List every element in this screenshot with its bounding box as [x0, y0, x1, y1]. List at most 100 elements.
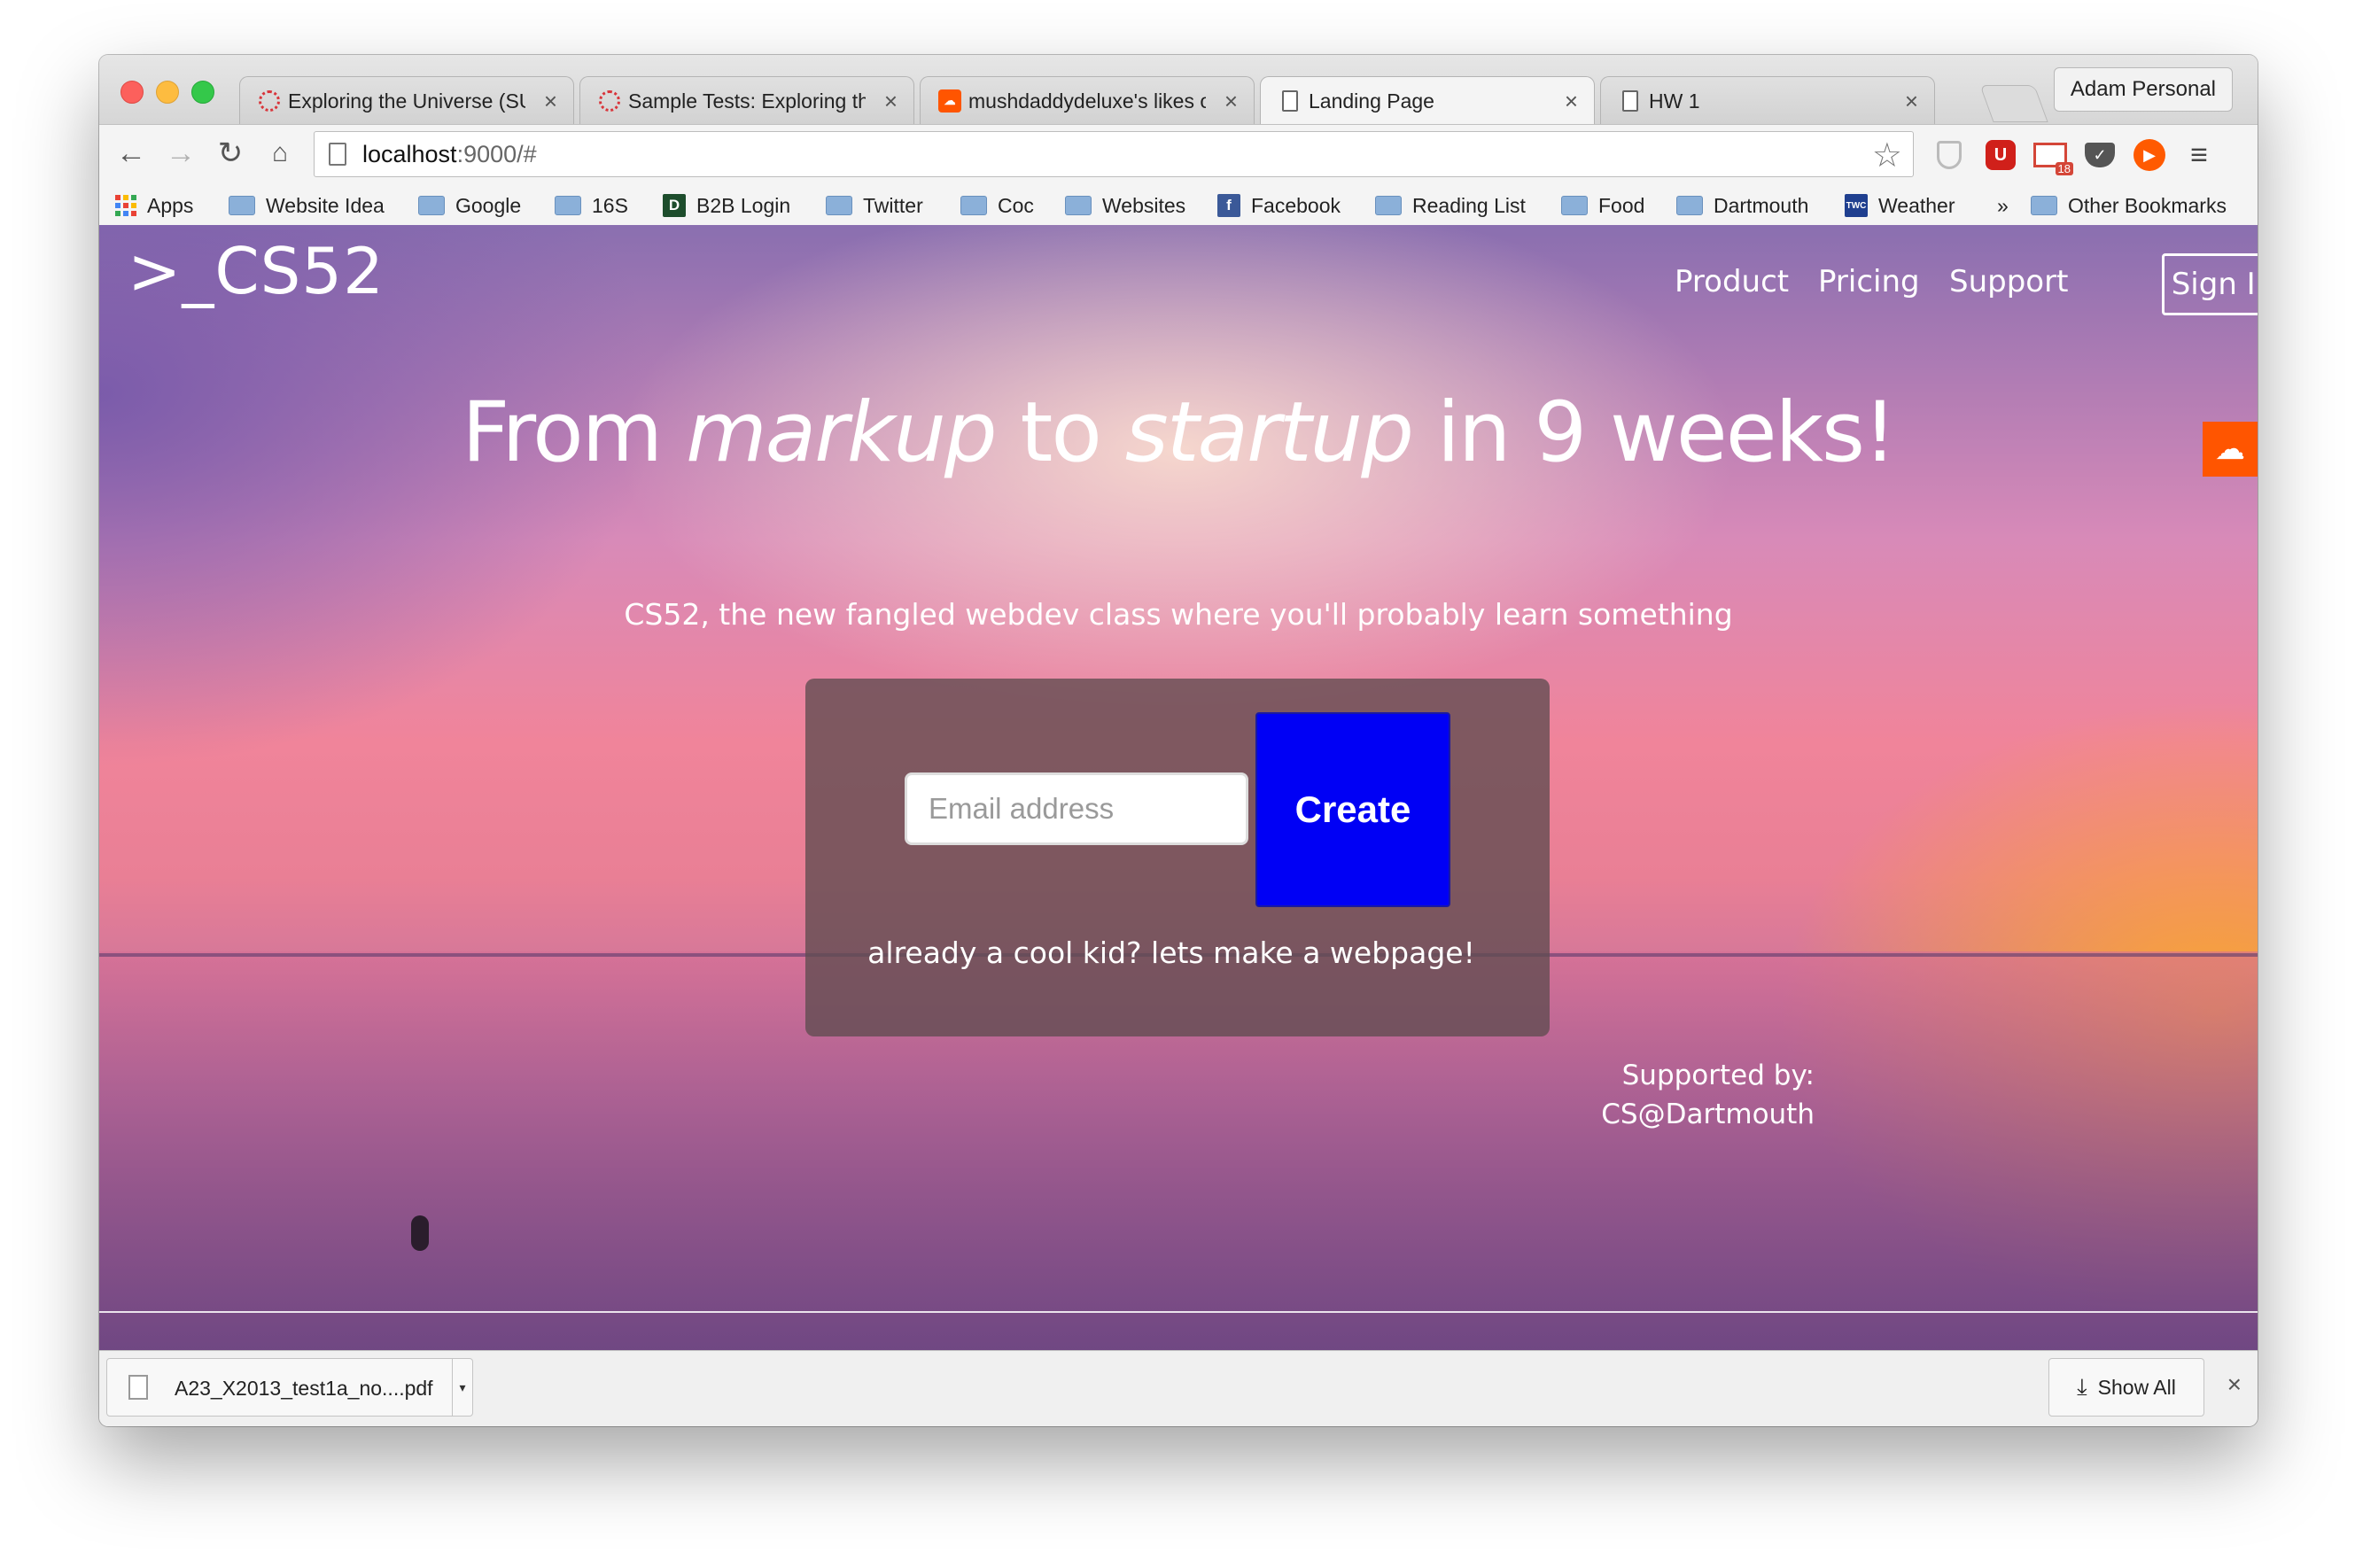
close-tab-icon[interactable]: ×	[1905, 88, 1918, 115]
tab-landing-page[interactable]: Landing Page ×	[1260, 76, 1595, 124]
document-icon	[1619, 89, 1642, 113]
browser-window: Exploring the Universe (SU × Sample Test…	[99, 55, 2258, 1426]
folder-icon	[2031, 196, 2057, 215]
bookmark-label: Facebook	[1251, 193, 1341, 217]
forward-arrow-icon[interactable]: →	[161, 134, 200, 173]
folder-icon	[1676, 196, 1703, 215]
tab-title: mushdaddydeluxe's likes o	[968, 89, 1206, 113]
folder-icon	[826, 196, 852, 215]
pocket-icon[interactable]: ✓	[2082, 137, 2118, 173]
bookmark-label: Websites	[1102, 193, 1186, 217]
bookmark-facebook[interactable]: f Facebook	[1217, 191, 1341, 220]
back-arrow-icon[interactable]: ←	[112, 134, 151, 173]
show-all-label: Show All	[2097, 1375, 2176, 1399]
close-tab-icon[interactable]: ×	[884, 88, 898, 115]
hero-tagline: CS52, the new fangled webdev class where…	[624, 597, 1733, 632]
tab-title: HW 1	[1649, 89, 1700, 113]
close-window-button[interactable]	[120, 81, 144, 104]
bookmark-coc[interactable]: Coc	[960, 191, 1034, 220]
privacy-shield-icon[interactable]	[1931, 137, 1967, 173]
supported-by-label: Supported by:	[1621, 1060, 1815, 1091]
new-tab-button[interactable]	[1979, 85, 2048, 122]
bookmarks-overflow-chevron-icon[interactable]: »	[1997, 191, 2009, 220]
weather-channel-icon: TWC	[1845, 194, 1868, 217]
download-menu-caret-icon[interactable]: ▾	[452, 1359, 472, 1416]
page-info-icon[interactable]	[329, 143, 346, 166]
bookmark-label: Dartmouth	[1714, 193, 1809, 217]
bookmark-b2b-login[interactable]: D B2B Login	[663, 191, 790, 220]
bookmark-food[interactable]: Food	[1561, 191, 1644, 220]
email-input[interactable]	[905, 772, 1248, 845]
create-button[interactable]: Create	[1255, 712, 1450, 907]
chrome-menu-icon[interactable]: ≡	[2181, 137, 2217, 173]
address-bar[interactable]: localhost:9000/# ☆	[314, 131, 1914, 177]
bookmark-label: B2B Login	[696, 193, 791, 217]
soundcloud-icon: ☁	[938, 89, 961, 113]
close-tab-icon[interactable]: ×	[1224, 88, 1238, 115]
bookmark-star-icon[interactable]: ☆	[1872, 136, 1902, 175]
download-shelf: A23_X2013_test1a_no....pdf ▾ ⤓ Show All …	[99, 1350, 2258, 1426]
close-tab-icon[interactable]: ×	[1565, 88, 1578, 115]
bookmark-label: Twitter	[863, 193, 923, 217]
folder-icon	[1375, 196, 1402, 215]
bookmark-weather[interactable]: TWC Weather	[1845, 191, 1955, 220]
tab-sample-tests[interactable]: Sample Tests: Exploring the ×	[579, 76, 914, 124]
folder-icon	[229, 196, 255, 215]
bookmark-websites[interactable]: Websites	[1065, 191, 1185, 220]
sign-in-button[interactable]: Sign In	[2162, 253, 2258, 315]
home-icon[interactable]: ⌂	[260, 134, 299, 173]
bookmark-reading-list[interactable]: Reading List	[1375, 191, 1526, 220]
show-all-downloads-button[interactable]: ⤓ Show All	[2048, 1358, 2204, 1417]
swimmer-silhouette	[411, 1215, 429, 1251]
bookmark-label: »	[1997, 193, 2009, 217]
bookmark-label: Google	[455, 193, 522, 217]
folder-icon	[1561, 196, 1588, 215]
bookmark-apps[interactable]: Apps	[115, 191, 193, 220]
nav-support[interactable]: Support	[1949, 264, 2068, 299]
zoom-window-button[interactable]	[191, 81, 214, 104]
close-tab-icon[interactable]: ×	[544, 88, 557, 115]
signup-panel: Create already a cool kid? lets make a w…	[805, 679, 1550, 1036]
minimize-window-button[interactable]	[156, 81, 179, 104]
bookmark-website-idea[interactable]: Website Idea	[229, 191, 385, 220]
site-logo[interactable]: >_CS52	[128, 234, 385, 308]
folder-icon	[1065, 196, 1092, 215]
document-icon	[1279, 89, 1302, 113]
bookmark-twitter[interactable]: Twitter	[826, 191, 923, 220]
ublock-icon[interactable]: U	[1983, 137, 2018, 173]
gmail-unread-badge: 18	[2055, 162, 2073, 175]
cool-kid-link[interactable]: already a cool kid? lets make a webpage!	[805, 935, 1537, 970]
tab-title: Exploring the Universe (SU	[288, 89, 525, 113]
globe-red-icon	[258, 89, 281, 113]
hero-headline: From markup to startup in 9 weeks!	[462, 384, 1896, 481]
tab-hw1[interactable]: HW 1 ×	[1600, 76, 1935, 124]
bookmark-label: Website Idea	[266, 193, 385, 217]
tab-exploring-universe[interactable]: Exploring the Universe (SU ×	[239, 76, 574, 124]
nav-pricing[interactable]: Pricing	[1818, 264, 1920, 299]
supported-by-org: CS@Dartmouth	[1601, 1098, 1815, 1130]
nav-product[interactable]: Product	[1675, 264, 1789, 299]
bookmark-google[interactable]: Google	[418, 191, 521, 220]
bookmark-other-bookmarks[interactable]: Other Bookmarks	[2031, 191, 2227, 220]
folder-icon	[418, 196, 445, 215]
close-shelf-icon[interactable]: ×	[2227, 1370, 2242, 1399]
download-item[interactable]: A23_X2013_test1a_no....pdf ▾	[106, 1358, 473, 1417]
tab-title: Landing Page	[1309, 89, 1434, 113]
folder-icon	[960, 196, 987, 215]
download-arrow-icon: ⤓	[2077, 1373, 2087, 1400]
globe-red-icon	[598, 89, 621, 113]
b2b-icon: D	[663, 194, 686, 217]
profile-button[interactable]: Adam Personal	[2053, 67, 2233, 112]
bookmark-16s[interactable]: 16S	[555, 191, 628, 220]
url-text: localhost:9000/#	[362, 141, 537, 167]
apps-grid-icon	[115, 195, 136, 216]
tab-title: Sample Tests: Exploring the	[628, 89, 866, 113]
download-file-name: A23_X2013_test1a_no....pdf	[175, 1377, 433, 1400]
reload-icon[interactable]: ↻	[211, 134, 250, 173]
tab-soundcloud-likes[interactable]: ☁ mushdaddydeluxe's likes o ×	[920, 76, 1255, 124]
media-play-icon[interactable]: ▶	[2132, 137, 2167, 173]
gmail-checker-icon[interactable]: 18	[2032, 137, 2073, 175]
tab-strip: Exploring the Universe (SU × Sample Test…	[99, 55, 2258, 124]
bookmark-dartmouth[interactable]: Dartmouth	[1676, 191, 1808, 220]
page-viewport: >_CS52 Product Pricing Support Sign In ☁…	[99, 225, 2258, 1350]
